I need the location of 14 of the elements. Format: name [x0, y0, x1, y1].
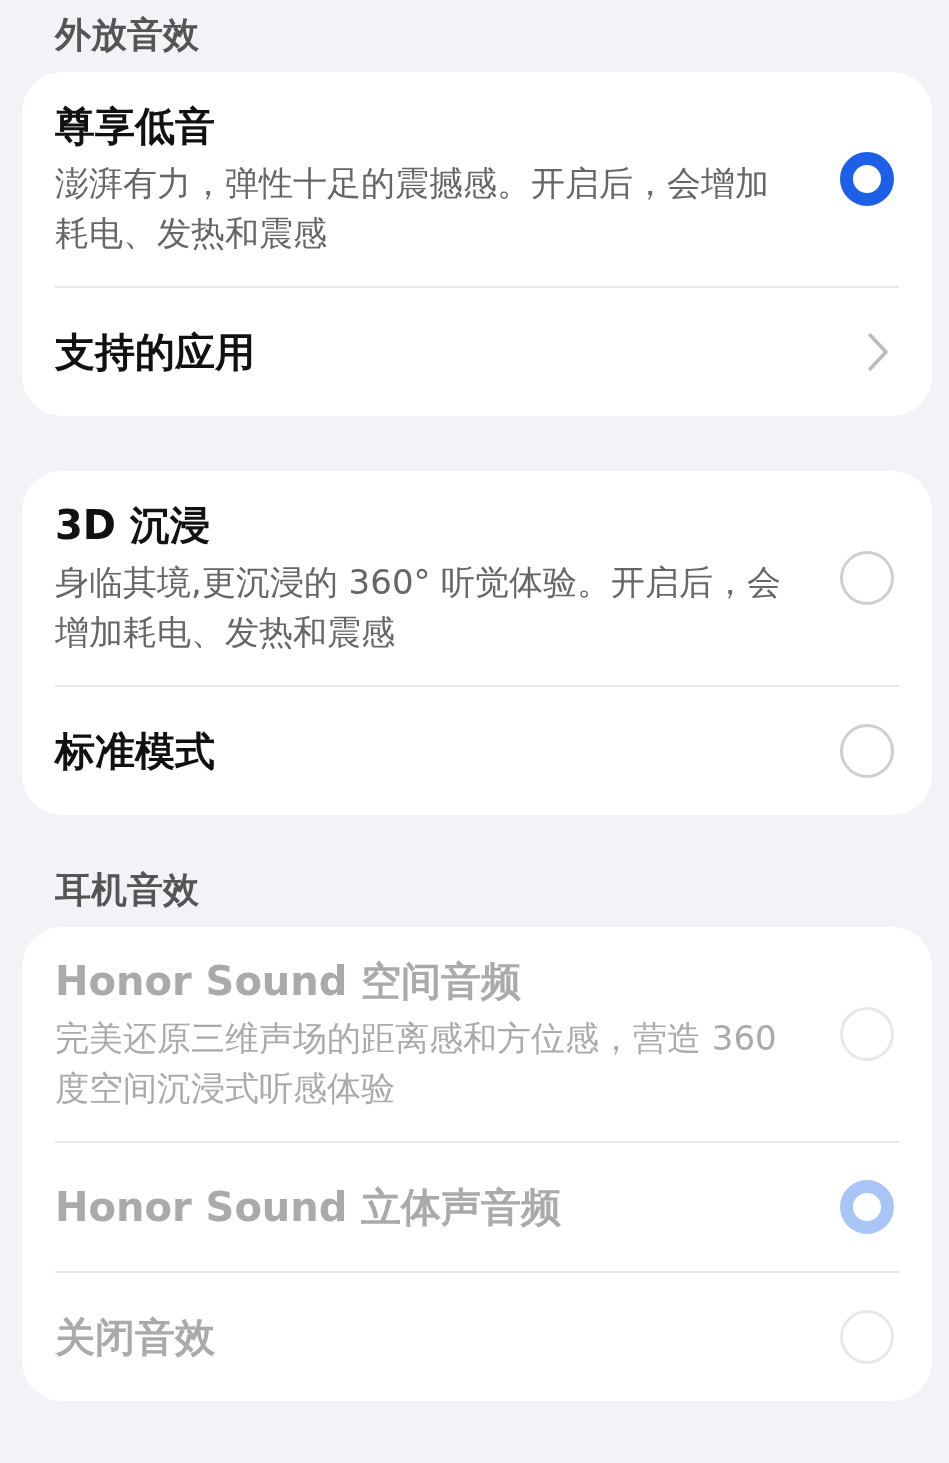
chevron-right-icon [867, 332, 889, 372]
option-description: 身临其境,更沉浸的 360° 听觉体验。开启后，会增加耗电、发热和震感 [55, 561, 783, 654]
option-description: 澎湃有力，弹性十足的震撼感。开启后，会增加耗电、发热和震感 [55, 162, 770, 255]
option-title: 关闭音效 [55, 1313, 215, 1362]
section-title: 耳机音效 [54, 868, 200, 912]
option-description: 完美还原三维声场的距离感和方位感，营造 360 度空间沉浸式听感体验 [55, 1017, 778, 1110]
section-title: 外放音效 [53, 13, 200, 57]
option-title: 3D 沉浸 [55, 501, 211, 550]
option-title: 标准模式 [55, 727, 215, 776]
option-title: Honor Sound 立体声音频 [55, 1183, 562, 1232]
option-title: 尊享低音 [55, 102, 216, 151]
radio-button[interactable] [840, 152, 894, 206]
option-title: Honor Sound 空间音频 [55, 957, 523, 1006]
option-title: 支持的应用 [55, 328, 255, 377]
